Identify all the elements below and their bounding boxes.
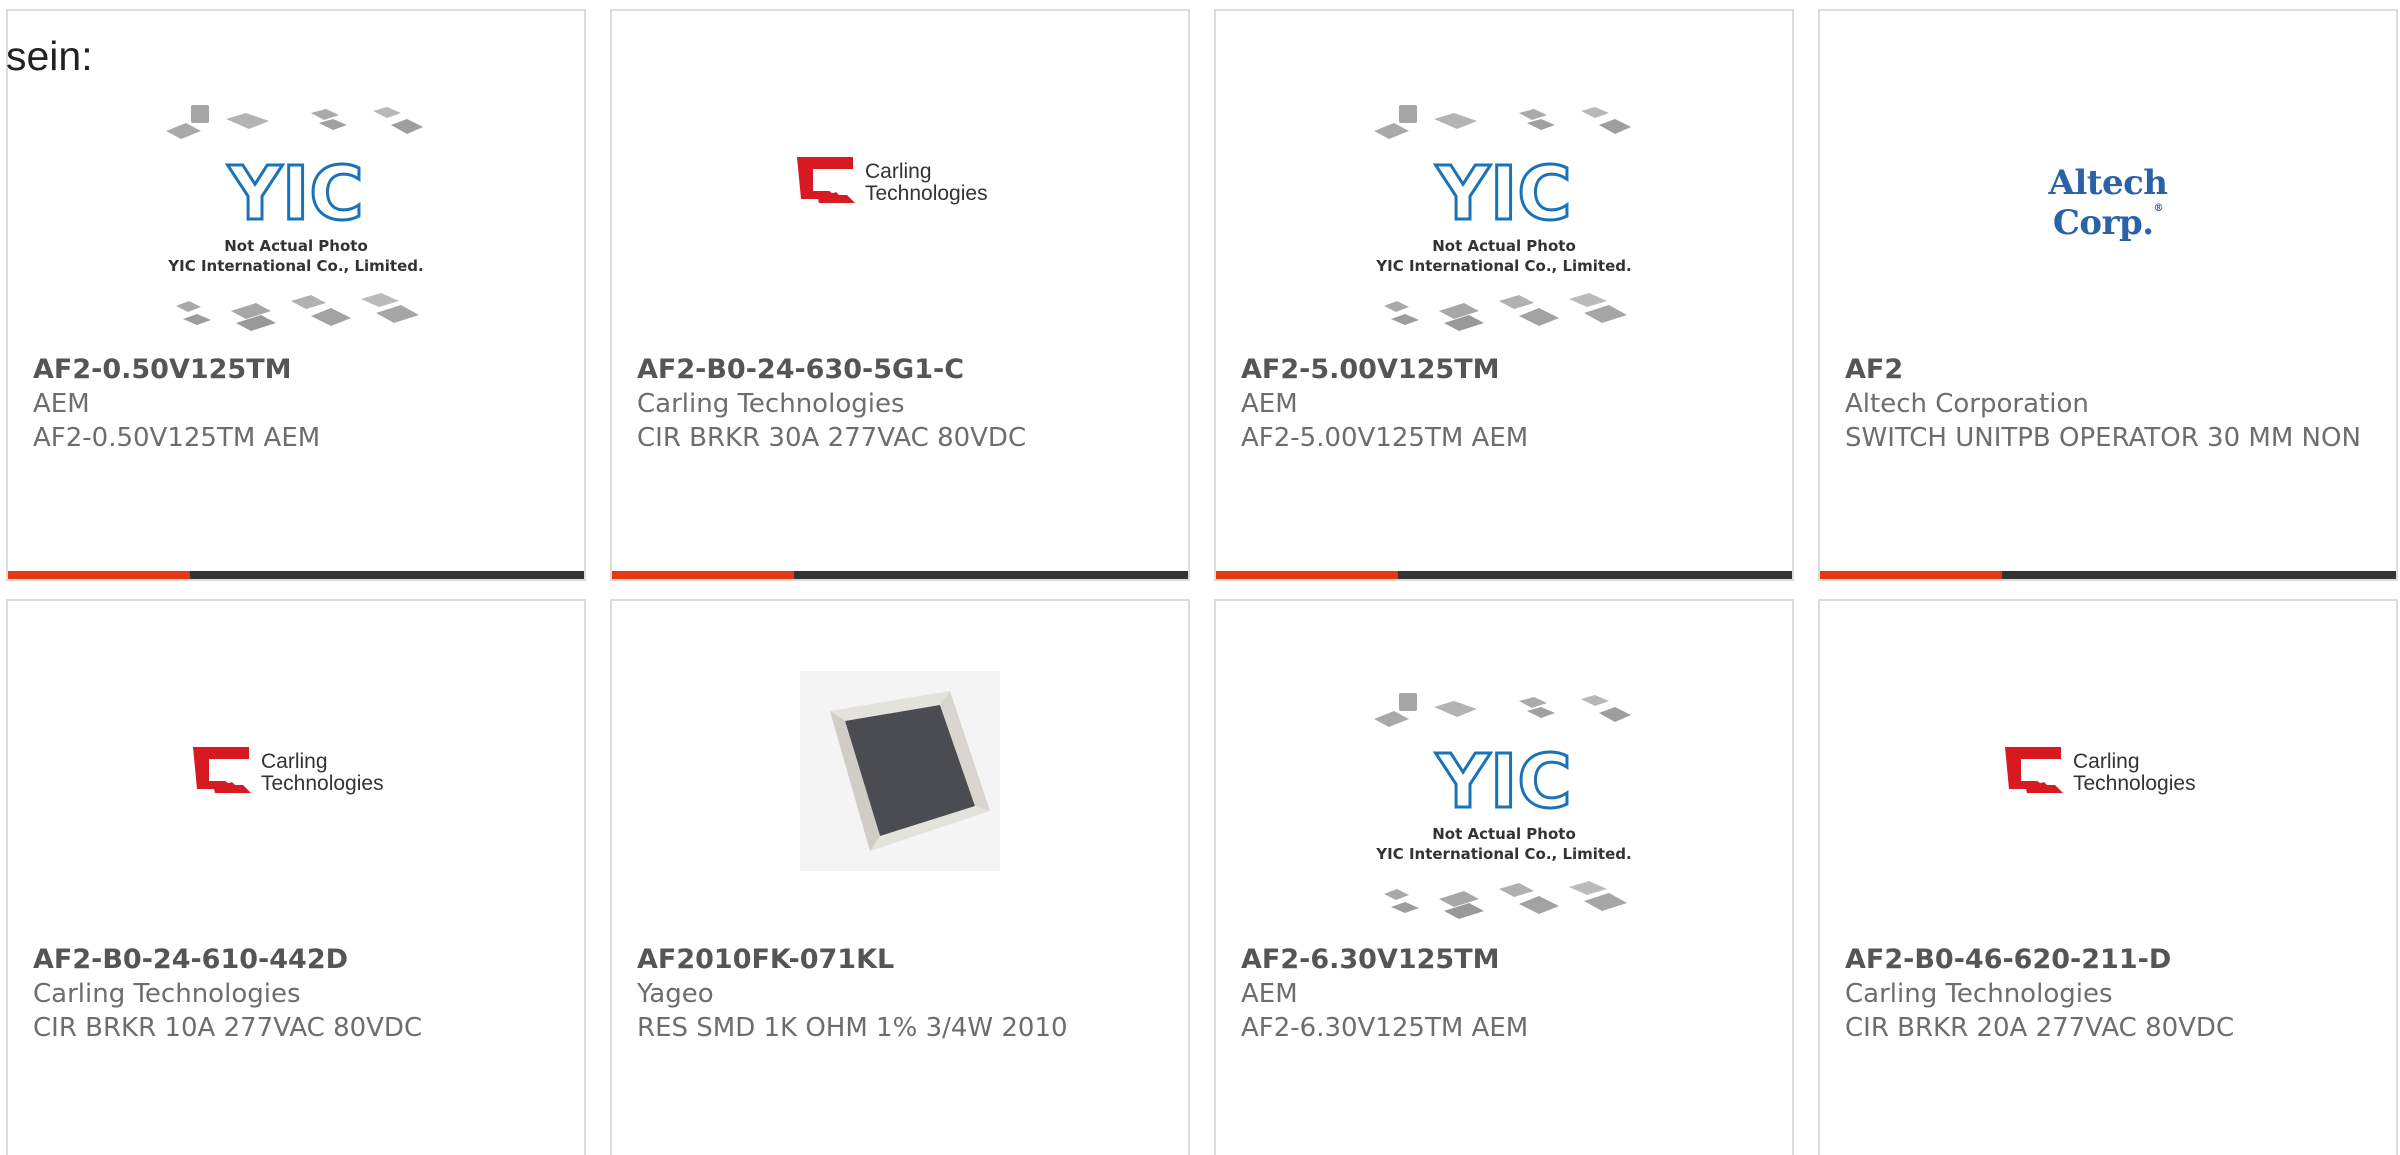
product-description: RES SMD 1K OHM 1% 3/4W 2010	[637, 1013, 1068, 1043]
resistor-photo-icon	[800, 671, 1000, 871]
product-card[interactable]: Carling Technologies AF2-B0-24-610-442D …	[6, 599, 586, 1155]
product-description: CIR BRKR 10A 277VAC 80VDC	[33, 1013, 423, 1043]
product-description: CIR BRKR 20A 277VAC 80VDC	[1845, 1013, 2235, 1043]
product-card[interactable]: Not Actual Photo YIC International Co., …	[1214, 9, 1794, 581]
part-number-link[interactable]: AF2-5.00V125TM	[1241, 353, 1767, 387]
part-number-link[interactable]: AF2-B0-24-630-5G1-C	[637, 353, 1163, 387]
product-description: AF2-0.50V125TM AEM	[33, 423, 321, 453]
part-number-link[interactable]: AF2	[1845, 353, 2371, 387]
part-number-link[interactable]: AF2010FK-071KL	[637, 943, 1163, 977]
product-image[interactable]	[612, 601, 1188, 937]
manufacturer-name: Carling Technologies	[33, 979, 301, 1009]
manufacturer-name: Altech Corporation	[1845, 389, 2089, 419]
manufacturer-name: AEM	[1241, 389, 1298, 419]
carling-logo-icon: Carling Technologies	[191, 743, 401, 803]
carling-text-1: Carling	[261, 750, 328, 773]
part-number-link[interactable]: AF2-B0-24-610-442D	[33, 943, 559, 977]
carling-text-2: Technologies	[2073, 772, 2196, 795]
product-card[interactable]: Altech Corp.® AF2 Altech Corporation SWI…	[1818, 9, 2398, 581]
placeholder-line2: YIC International Co., Limited.	[167, 257, 423, 275]
product-grid-page: sein: Not Actual Photo YIC International…	[0, 0, 2400, 1155]
product-image[interactable]: Not Actual Photo YIC International Co., …	[1216, 11, 1792, 347]
manufacturer-name: Carling Technologies	[1845, 979, 2113, 1009]
product-card[interactable]: Not Actual Photo YIC International Co., …	[6, 9, 586, 581]
product-card[interactable]: Carling Technologies AF2-B0-46-620-211-D…	[1818, 599, 2398, 1155]
carling-text-2: Technologies	[865, 182, 988, 205]
placeholder-line2: YIC International Co., Limited.	[1375, 257, 1631, 275]
card-bottom-bar	[1216, 571, 1792, 579]
placeholder-line2: YIC International Co., Limited.	[1375, 845, 1631, 863]
product-description: SWITCH UNITPB OPERATOR 30 MM NON	[1845, 423, 2361, 453]
yic-placeholder-icon: Not Actual Photo YIC International Co., …	[1372, 103, 1633, 333]
intro-text: sein:	[6, 33, 93, 79]
carling-text-2: Technologies	[261, 772, 384, 795]
product-description: CIR BRKR 30A 277VAC 80VDC	[637, 423, 1027, 453]
placeholder-line1: Not Actual Photo	[224, 237, 368, 255]
product-image[interactable]: Not Actual Photo YIC International Co., …	[8, 11, 584, 347]
carling-text-1: Carling	[2073, 750, 2140, 773]
altech-logo-icon: Altech Corp.®	[2048, 163, 2168, 243]
card-bottom-bar	[612, 571, 1188, 579]
part-number-link[interactable]: AF2-6.30V125TM	[1241, 943, 1767, 977]
manufacturer-name: AEM	[1241, 979, 1298, 1009]
manufacturer-name: Carling Technologies	[637, 389, 905, 419]
yic-placeholder-icon: Not Actual Photo YIC International Co., …	[1372, 691, 1633, 921]
placeholder-line1: Not Actual Photo	[1432, 825, 1576, 843]
manufacturer-name: Yageo	[637, 979, 714, 1009]
yic-placeholder-icon: Not Actual Photo YIC International Co., …	[164, 103, 425, 333]
part-number-link[interactable]: AF2-B0-46-620-211-D	[1845, 943, 2371, 977]
product-card[interactable]: AF2010FK-071KL Yageo RES SMD 1K OHM 1% 3…	[610, 599, 1190, 1155]
product-card[interactable]: Carling Technologies AF2-B0-24-630-5G1-C…	[610, 9, 1190, 581]
carling-text-1: Carling	[865, 160, 932, 183]
product-image[interactable]: Not Actual Photo YIC International Co., …	[1216, 601, 1792, 937]
product-image[interactable]: Carling Technologies	[8, 601, 584, 937]
card-bottom-bar	[1820, 571, 2396, 579]
placeholder-line1: Not Actual Photo	[1432, 237, 1576, 255]
product-image[interactable]: Altech Corp.®	[1820, 11, 2396, 347]
product-description: AF2-6.30V125TM AEM	[1241, 1013, 1529, 1043]
product-description: AF2-5.00V125TM AEM	[1241, 423, 1529, 453]
product-image[interactable]: Carling Technologies	[1820, 601, 2396, 937]
carling-logo-icon: Carling Technologies	[795, 153, 1005, 213]
altech-logo-text: Altech Corp.	[2048, 163, 2168, 243]
product-image[interactable]: Carling Technologies	[612, 11, 1188, 347]
manufacturer-name: AEM	[33, 389, 90, 419]
part-number-link[interactable]: AF2-0.50V125TM	[33, 353, 559, 387]
product-card[interactable]: Not Actual Photo YIC International Co., …	[1214, 599, 1794, 1155]
carling-logo-icon: Carling Technologies	[2003, 743, 2213, 803]
card-bottom-bar	[8, 571, 584, 579]
